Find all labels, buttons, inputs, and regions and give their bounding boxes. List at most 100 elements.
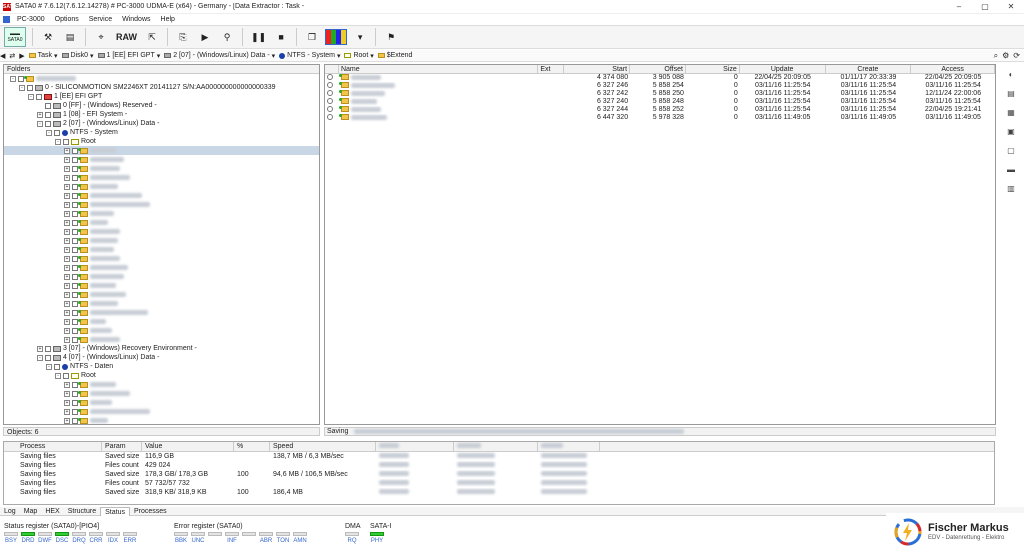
col-create[interactable]: Create [826,65,912,73]
tree-node[interactable]: + [4,236,319,245]
side-tool-6-icon[interactable]: ▬ [1005,165,1017,175]
menu-options[interactable]: Options [50,16,84,23]
tree-checkbox[interactable] [54,363,60,370]
expand-icon[interactable]: + [64,264,70,271]
search-icon[interactable]: ⌕ [994,51,998,61]
col-offset[interactable]: Offset [630,65,686,73]
tree-node[interactable]: + [4,227,319,236]
minimize-button[interactable]: – [946,0,972,14]
tree-node[interactable]: + [4,263,319,272]
copy-icon[interactable]: ❐ [303,27,321,47]
tree-checkbox[interactable] [45,111,51,118]
col-size[interactable]: Size [686,65,740,73]
tree-node[interactable]: + [4,335,319,344]
tab-log[interactable]: Log [0,507,20,516]
menu-service[interactable]: Service [84,16,117,23]
tree-checkbox[interactable] [36,93,42,100]
collapse-icon[interactable]: - [55,138,61,145]
col-start[interactable]: Start [564,65,631,73]
expand-icon[interactable]: + [64,273,70,280]
menu-help[interactable]: Help [156,16,180,23]
tree-node[interactable]: - 0 - SILICONMOTION SM2246XT 20141127 S/N… [4,83,319,92]
expand-icon[interactable]: + [64,165,70,172]
expand-icon[interactable]: + [64,381,70,388]
tree-checkbox[interactable] [63,372,69,379]
col-speed[interactable]: Speed [270,442,376,451]
expand-icon[interactable]: + [64,219,70,226]
file-row[interactable]: 6 327 240 5 858 248 0 03/11/16 11:25:54 03/1… [325,98,995,106]
expand-icon[interactable]: + [37,345,43,352]
binoculars-icon[interactable]: ⌖ [92,27,110,47]
tab-map[interactable]: Map [20,507,42,516]
expand-icon[interactable]: + [64,336,70,343]
tree-node[interactable]: + [4,164,319,173]
raw-button[interactable]: RAW [114,27,139,47]
expand-icon[interactable]: + [64,390,70,397]
expand-icon[interactable]: + [64,237,70,244]
tree-node[interactable]: + [4,389,319,398]
tree-node[interactable]: + [4,191,319,200]
tree-node[interactable]: + [4,182,319,191]
tree-checkbox[interactable] [27,84,33,91]
tree-node[interactable]: - Root [4,371,319,380]
tree-checkbox[interactable] [45,354,51,361]
tab-status[interactable]: Status [100,506,130,516]
tab-processes[interactable]: Processes [130,507,171,516]
tree-node[interactable]: + [4,146,319,155]
side-tool-1-icon[interactable]: ◐ [1005,70,1017,80]
close-button[interactable]: ✕ [998,0,1024,14]
expand-icon[interactable]: + [64,156,70,163]
tree-node[interactable]: + [4,245,319,254]
tree-node[interactable]: - 4 [07] - (Windows/Linux) Data - [4,353,319,362]
tree-node[interactable]: - 2 [07] - (Windows/Linux) Data - [4,119,319,128]
file-checkbox[interactable] [327,82,333,89]
walker-icon[interactable]: ⚑ [382,27,400,47]
tree-node[interactable]: + [4,317,319,326]
tree-node[interactable]: + [4,272,319,281]
tree-node[interactable]: + [4,416,319,424]
expand-icon[interactable]: + [64,183,70,190]
expand-icon[interactable]: + [64,399,70,406]
col-ext[interactable]: Ext [538,65,565,73]
expand-icon[interactable]: + [64,246,70,253]
collapse-icon[interactable]: - [55,372,61,379]
task-manager-icon[interactable]: ⇄ [9,52,15,60]
tree-node[interactable]: - NTFS - System [4,128,319,137]
expand-icon[interactable]: + [64,210,70,217]
tree-checkbox[interactable] [45,120,51,127]
tab-structure[interactable]: Structure [64,507,100,516]
play-icon[interactable]: ▶ [196,27,214,47]
side-tool-3-icon[interactable]: ▦ [1005,108,1017,118]
side-tool-2-icon[interactable]: ▤ [1005,89,1017,99]
expand-icon[interactable]: + [64,174,70,181]
tree-node[interactable]: + [4,200,319,209]
export-icon[interactable]: ⇱ [143,27,161,47]
file-row[interactable]: 6 447 320 5 978 328 0 03/11/16 11:49:05 03/1… [325,114,995,122]
file-row[interactable]: 6 327 246 5 858 254 0 03/11/16 11:25:54 03/1… [325,82,995,90]
file-checkbox[interactable] [327,114,333,121]
tree-node[interactable]: + [4,299,319,308]
col-value[interactable]: Value [142,442,234,451]
tree-checkbox[interactable] [63,138,69,145]
file-checkbox[interactable] [327,90,333,97]
file-row[interactable]: 6 327 244 5 858 252 0 03/11/16 11:25:54 03/1… [325,106,995,114]
expand-icon[interactable]: + [64,408,70,415]
dropdown-chevron-icon[interactable]: ▾ [351,27,369,47]
utility-icon[interactable]: ▤ [61,27,79,47]
tree-node[interactable]: + [4,155,319,164]
collapse-icon[interactable]: - [28,93,34,100]
tree-node[interactable]: - Root [4,137,319,146]
expand-icon[interactable]: + [64,201,70,208]
expand-icon[interactable]: + [64,255,70,262]
settings-icon[interactable]: ⚙ [1002,51,1009,61]
collapse-icon[interactable]: - [10,75,16,82]
stop-icon[interactable]: ■ [272,27,290,47]
back-icon[interactable]: ◀ [0,52,5,60]
bicycle-icon[interactable]: ⚲ [218,27,236,47]
col-update[interactable]: Update [740,65,826,73]
collapse-icon[interactable]: - [19,84,25,91]
tools-icon[interactable]: ⚒ [39,27,57,47]
collapse-icon[interactable]: - [46,363,52,370]
path-disk[interactable]: Disk0 ▾ [61,52,94,60]
expand-icon[interactable]: + [64,192,70,199]
